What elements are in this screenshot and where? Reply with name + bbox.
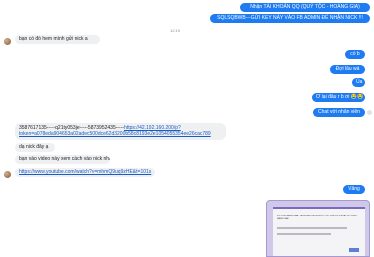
outgoing-message: có b [345,50,365,59]
contact-avatar[interactable] [4,171,11,178]
attachment-caption: VUI LÒNG ĐĂNG NHẬP TÀI KHOẢN, KHÔNG ĐƯỢC… [277,215,357,220]
read-receipt-avatar [367,110,372,115]
outgoing-message: Vâng [343,185,365,194]
contact-avatar[interactable] [4,38,11,45]
attachment-input-line [277,227,347,229]
outgoing-message[interactable]: Chat với nhân viên [313,108,365,117]
outgoing-message: SQLSQBWB---GỬI KEY NÀY VÀO FB ADMIN ĐỂ N… [210,14,370,23]
outgoing-message: Đợi lâu wá [330,65,365,74]
timestamp: 12:19 [170,28,181,33]
attachment-confirm-button [349,248,359,252]
youtube-video-link[interactable]: https://www.youtube.com/watch?v=mhmQ9uq9… [19,169,151,175]
attachment-input-line [277,233,331,235]
incoming-message: dạ nick đây ạ [15,143,55,152]
incoming-link-message: https://www.youtube.com/watch?v=mhmQ9uq9… [15,168,155,177]
outgoing-message: Ơ lại đâu r b ơi 😭😭 [312,93,365,102]
incoming-message: bạn có đó hem mình gửi nick a [15,35,100,44]
incoming-message: bạn vào video này xem cách vào nick nha [15,155,110,164]
outgoing-message: Ủa [352,78,365,87]
image-attachment[interactable]: VUI LÒNG ĐĂNG NHẬP TÀI KHOẢN, KHÔNG ĐƯỢC… [266,200,370,257]
attachment-dialog-preview: VUI LÒNG ĐĂNG NHẬP TÀI KHOẢN, KHÔNG ĐƯỢC… [273,207,365,256]
outgoing-message: Nhận TÀI KHOẢN QQ (QUÝ TỘC - HOÀNG GIA) [240,3,370,12]
incoming-account-message: 3587617135-----q21ty053je-----5873952435… [15,123,226,140]
